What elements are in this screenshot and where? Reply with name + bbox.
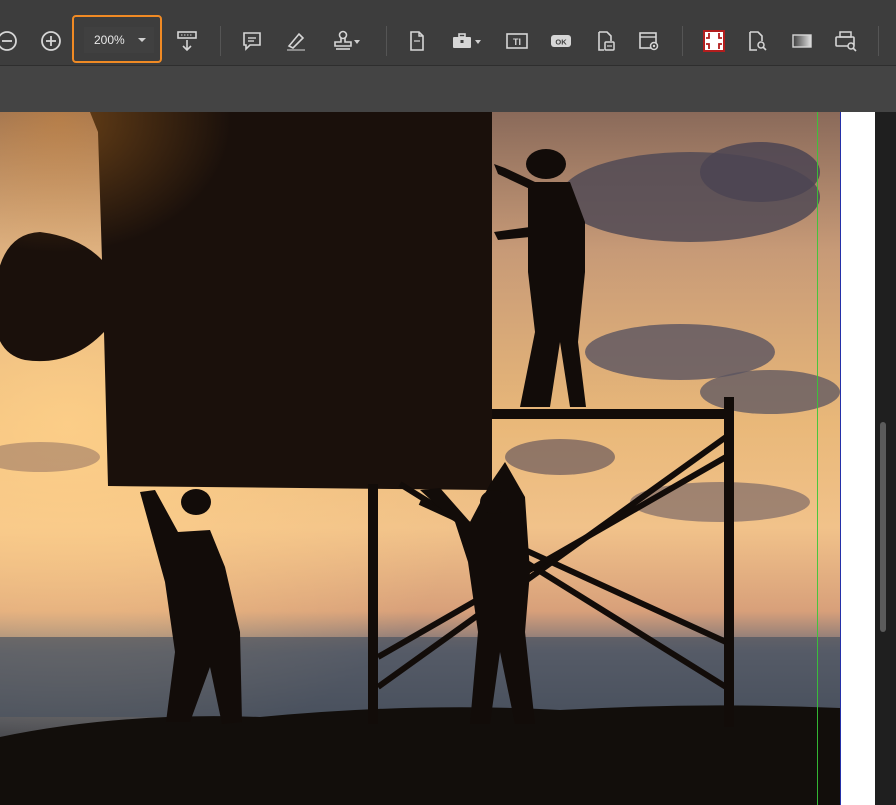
- zoom-value: 200%: [94, 33, 125, 47]
- briefcase-icon: [453, 33, 471, 48]
- crop-button[interactable]: [701, 28, 727, 54]
- comment-button[interactable]: [239, 28, 265, 54]
- tools-button[interactable]: [449, 28, 475, 54]
- zoom-out-button[interactable]: [0, 28, 20, 54]
- stamp-menu-caret[interactable]: [354, 40, 360, 44]
- document-settings-icon: [639, 32, 659, 51]
- toolbar-separator: [682, 26, 683, 56]
- zoom-select[interactable]: 200%: [84, 27, 154, 53]
- ok-icon-label: OK: [555, 38, 567, 47]
- toolbar-separator: [386, 26, 387, 56]
- scrollbar-thumb[interactable]: [880, 422, 886, 632]
- ok-button-field-button[interactable]: OK: [548, 28, 574, 54]
- gradient-button[interactable]: [789, 28, 815, 54]
- tools-menu-caret[interactable]: [475, 40, 481, 44]
- document-search-button[interactable]: [744, 28, 770, 54]
- text-field-icon-label: TI: [513, 37, 521, 47]
- toolbar-separator: [878, 26, 879, 56]
- page-down-icon: [177, 31, 197, 52]
- zoom-in-button[interactable]: [38, 28, 64, 54]
- page-margin: [841, 112, 875, 805]
- print-search-icon: [835, 31, 857, 52]
- toolbar-separator: [220, 26, 221, 56]
- minus-circle-icon: [0, 31, 17, 51]
- highlight-button[interactable]: [283, 28, 309, 54]
- document-search-icon: [749, 31, 767, 51]
- document-edit-button[interactable]: [592, 28, 618, 54]
- document-page: [0, 112, 840, 805]
- document-viewer[interactable]: [0, 112, 896, 805]
- gradient-icon: [792, 34, 812, 48]
- document-settings-button[interactable]: [636, 28, 662, 54]
- text-field-button[interactable]: TI: [504, 28, 530, 54]
- crop-icon: [703, 30, 725, 52]
- print-preview-button[interactable]: [833, 28, 859, 54]
- document-icon: [410, 31, 424, 51]
- stamp-button[interactable]: [330, 28, 356, 54]
- text-field-icon: TI: [506, 33, 528, 49]
- alignment-guide-line: [817, 112, 818, 805]
- secondary-toolbar: [0, 65, 896, 113]
- zoom-select-highlight[interactable]: 200%: [72, 15, 162, 63]
- stamp-icon: [334, 30, 352, 50]
- highlighter-icon: [287, 32, 305, 51]
- ok-icon: OK: [551, 35, 571, 47]
- document-button[interactable]: [404, 28, 430, 54]
- comment-icon: [243, 32, 261, 51]
- document-edit-icon: [598, 31, 615, 51]
- chevron-down-icon: [138, 38, 146, 42]
- construction-puzzle-photo: [0, 112, 840, 805]
- page-layout-button[interactable]: [174, 28, 200, 54]
- plus-circle-icon: [41, 31, 61, 51]
